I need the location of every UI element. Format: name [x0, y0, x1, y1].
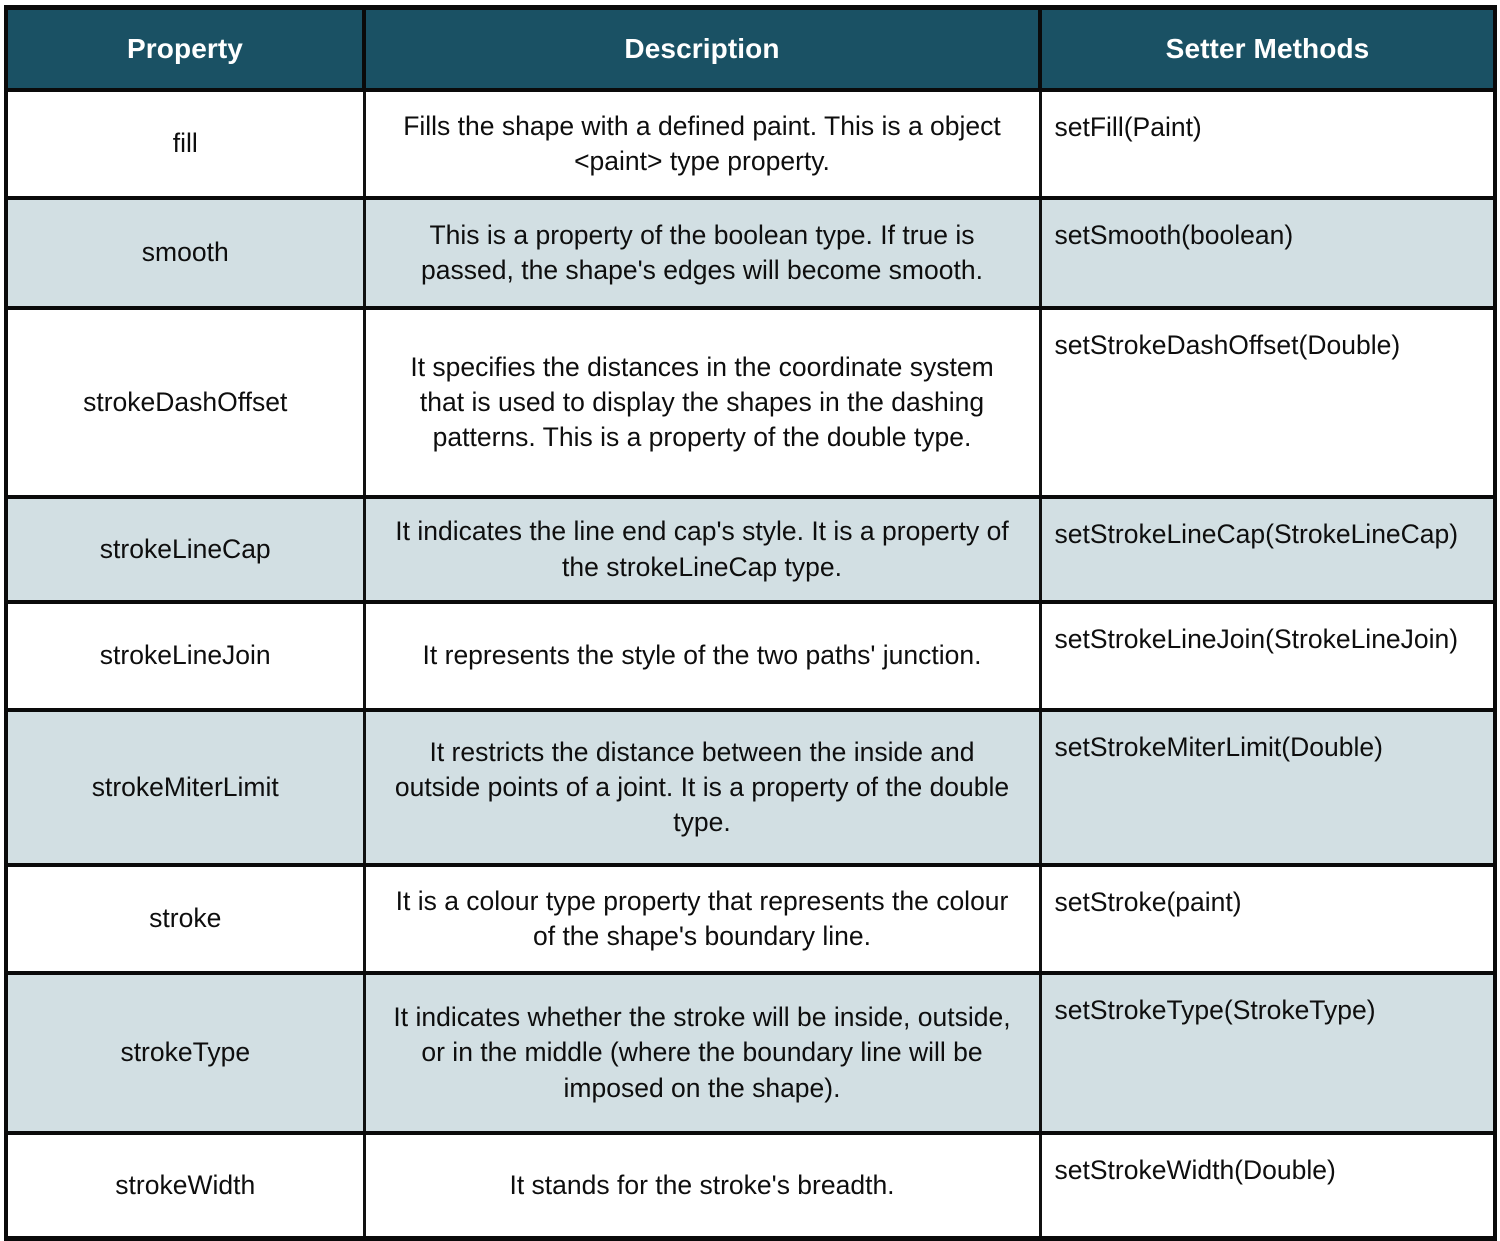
- table-row: strokeLineJoin It represents the style o…: [6, 602, 1495, 712]
- shape-properties-table: Property Description Setter Methods fill…: [4, 5, 1497, 1241]
- cell-description: It restricts the distance between the in…: [364, 710, 1042, 867]
- column-header-description: Description: [364, 7, 1042, 92]
- table-header-row: Property Description Setter Methods: [6, 7, 1495, 92]
- cell-description: It is a colour type property that repres…: [364, 865, 1042, 975]
- cell-description: This is a property of the boolean type. …: [364, 198, 1042, 310]
- cell-setter-method: setStrokeWidth(Double): [1040, 1133, 1495, 1238]
- table-row: strokeLineCap It indicates the line end …: [6, 497, 1495, 604]
- cell-description: It stands for the stroke's breadth.: [364, 1133, 1042, 1238]
- cell-property: strokeMiterLimit: [6, 710, 366, 867]
- cell-setter-method: setStroke(paint): [1040, 865, 1495, 975]
- table-row: smooth This is a property of the boolean…: [6, 198, 1495, 310]
- cell-setter-method: setStrokeMiterLimit(Double): [1040, 710, 1495, 867]
- table-row: strokeMiterLimit It restricts the distan…: [6, 710, 1495, 867]
- cell-setter-method: setStrokeLineCap(StrokeLineCap): [1040, 497, 1495, 604]
- cell-property: strokeWidth: [6, 1133, 366, 1238]
- table-header: Property Description Setter Methods: [6, 7, 1495, 92]
- cell-setter-method: setStrokeDashOffset(Double): [1040, 308, 1495, 499]
- cell-description: It indicates the line end cap's style. I…: [364, 497, 1042, 604]
- cell-property: strokeDashOffset: [6, 308, 366, 499]
- cell-setter-method: setStrokeType(StrokeType): [1040, 973, 1495, 1135]
- column-header-setter-methods: Setter Methods: [1040, 7, 1495, 92]
- cell-description: Fills the shape with a defined paint. Th…: [364, 90, 1042, 200]
- cell-setter-method: setSmooth(boolean): [1040, 198, 1495, 310]
- cell-property: stroke: [6, 865, 366, 975]
- cell-property: smooth: [6, 198, 366, 310]
- table-body: fill Fills the shape with a defined pain…: [6, 90, 1495, 1238]
- column-header-property: Property: [6, 7, 366, 92]
- table-row: strokeWidth It stands for the stroke's b…: [6, 1133, 1495, 1238]
- table-row: stroke It is a colour type property that…: [6, 865, 1495, 975]
- cell-description: It indicates whether the stroke will be …: [364, 973, 1042, 1135]
- cell-setter-method: setStrokeLineJoin(StrokeLineJoin): [1040, 602, 1495, 712]
- cell-description: It represents the style of the two paths…: [364, 602, 1042, 712]
- properties-table-container: Property Description Setter Methods fill…: [4, 5, 1497, 1241]
- cell-setter-method: setFill(Paint): [1040, 90, 1495, 200]
- table-row: strokeDashOffset It specifies the distan…: [6, 308, 1495, 499]
- cell-property: strokeLineCap: [6, 497, 366, 604]
- cell-description: It specifies the distances in the coordi…: [364, 308, 1042, 499]
- table-row: strokeType It indicates whether the stro…: [6, 973, 1495, 1135]
- table-row: fill Fills the shape with a defined pain…: [6, 90, 1495, 200]
- cell-property: fill: [6, 90, 366, 200]
- cell-property: strokeLineJoin: [6, 602, 366, 712]
- cell-property: strokeType: [6, 973, 366, 1135]
